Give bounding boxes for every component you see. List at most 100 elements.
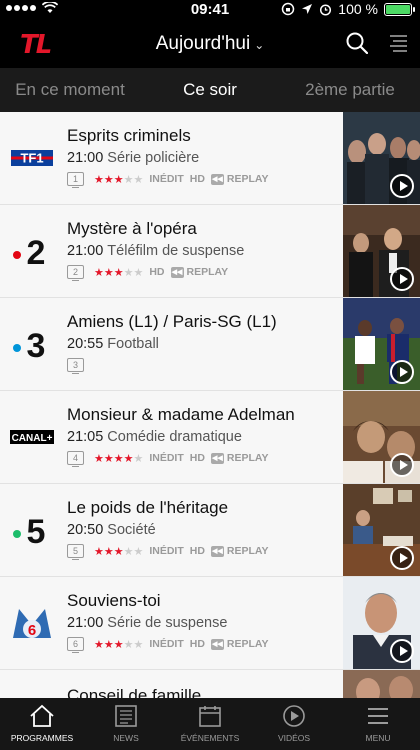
play-video-icon[interactable] (390, 453, 414, 477)
program-time: 20:50 (67, 522, 104, 538)
location-icon (302, 4, 313, 14)
program-thumbnail[interactable] (343, 112, 420, 204)
tab-2eme-partie[interactable]: 2ème partie (280, 68, 420, 112)
program-row[interactable]: 3 Amiens (L1) / Paris-SG (L1) 20:55 Footb… (0, 298, 420, 391)
program-row[interactable]: 2 Mystère à l'opéra 21:00 Téléfilm de sus… (0, 205, 420, 298)
nav-programmes[interactable]: PROGRAMMES (0, 698, 84, 750)
app-header: TL Aujourd'hui ⌄ (0, 20, 420, 68)
program-genre: Série policière (107, 150, 200, 166)
program-time-genre: 21:05 Comédie dramatique (67, 429, 242, 445)
program-time-genre: 21:00 Série policière (67, 150, 199, 166)
program-list[interactable]: TF1 Esprits criminels 21:00 Série policiè… (0, 112, 420, 698)
channel-number-icon: 3 (67, 358, 84, 374)
hd-badge: HD (189, 452, 205, 464)
program-row[interactable]: CANAL+ Monsieur & madame Adelman 21:05 Co… (0, 391, 420, 484)
program-meta: 1 ★★★★★ INÉDIT HD ◀◀ REPLAY (67, 172, 269, 188)
program-title: Conseil de famille (67, 686, 202, 698)
inedit-badge: INÉDIT (149, 638, 184, 650)
play-video-icon[interactable] (390, 639, 414, 663)
calendar-icon (199, 706, 221, 727)
program-thumbnail[interactable] (343, 298, 420, 390)
france3-logo-text: 3 (27, 327, 46, 362)
program-genre: Football (107, 336, 159, 352)
inedit-badge: INÉDIT (149, 173, 184, 185)
channel-logo-france3: 3 (8, 326, 56, 362)
channel-number-icon: 6 (67, 637, 84, 653)
day-selector-label: Aujourd'hui (155, 33, 251, 54)
channel-logo-tf1: TF1 (8, 140, 56, 176)
program-title: Esprits criminels (67, 126, 191, 145)
replay-badge: ◀◀ REPLAY (210, 173, 269, 185)
program-meta: 5 ★★★★★ INÉDIT HD ◀◀ REPLAY (67, 544, 269, 560)
channel-logo-canal-plus: CANAL+ (8, 419, 56, 455)
nav-news[interactable]: NEWS (84, 698, 168, 750)
program-meta: 6 ★★★★★ INÉDIT HD ◀◀ REPLAY (67, 637, 269, 653)
status-bar: 09:41 100 % (0, 0, 420, 20)
program-meta: 2 ★★★★★ HD ◀◀ REPLAY (67, 265, 228, 281)
program-thumbnail[interactable] (343, 205, 420, 297)
tf1-logo-text: TF1 (20, 151, 43, 166)
canal-logo-text: CANAL+ (12, 433, 53, 444)
play-video-icon[interactable] (390, 546, 414, 570)
inedit-badge: INÉDIT (149, 452, 184, 464)
program-row[interactable]: 5 Le poids de l'héritage 20:50 Société 5 … (0, 484, 420, 577)
program-time: 21:00 (67, 243, 104, 259)
nav-label: MENU (365, 733, 391, 743)
program-genre: Comédie dramatique (107, 429, 242, 445)
rating-stars: ★★★★★ (94, 452, 144, 465)
program-row[interactable]: TF1 Esprits criminels 21:00 Série policiè… (0, 112, 420, 205)
replay-icon: ◀◀ (170, 266, 184, 278)
hd-badge: HD (189, 173, 205, 185)
rating-stars: ★★★★★ (94, 173, 144, 186)
program-thumbnail[interactable] (343, 484, 420, 576)
bottom-navigation: PROGRAMMES NEWS ÉVÉNEMENTS VIDÉOS MENU (0, 698, 420, 750)
play-video-icon[interactable] (390, 360, 414, 384)
program-time-genre: 21:00 Téléfilm de suspense (67, 243, 244, 259)
program-time: 20:55 (67, 336, 104, 352)
program-meta: 4 ★★★★★ INÉDIT HD ◀◀ REPLAY (67, 451, 269, 467)
rating-stars: ★★★★★ (94, 545, 144, 558)
channel-number-icon: 4 (67, 451, 84, 467)
search-icon[interactable] (346, 32, 368, 54)
program-time-genre: 20:55 Football (67, 336, 159, 352)
france2-logo-text: 2 (27, 234, 46, 269)
chevron-down-icon: ⌄ (254, 38, 265, 52)
program-meta: 3 (67, 358, 84, 374)
channel-logo-m6: 6 (8, 605, 56, 641)
replay-icon: ◀◀ (210, 638, 224, 650)
play-video-icon[interactable] (390, 174, 414, 198)
replay-icon: ◀◀ (210, 173, 224, 185)
nav-label: VIDÉOS (277, 733, 311, 743)
tab-en-ce-moment[interactable]: En ce moment (0, 68, 140, 112)
program-title: Monsieur & madame Adelman (67, 405, 295, 424)
play-video-icon[interactable] (390, 267, 414, 291)
nav-label: NEWS (113, 733, 139, 743)
list-menu-icon[interactable] (388, 34, 408, 52)
nav-videos[interactable]: VIDÉOS (252, 698, 336, 750)
battery-percent: 100 % (338, 1, 378, 17)
program-thumbnail[interactable] (343, 577, 420, 669)
program-title: Le poids de l'héritage (67, 498, 229, 517)
time-tabs: En ce moment Ce soir 2ème partie (0, 68, 420, 112)
hd-badge: HD (189, 638, 205, 650)
program-title: Souviens-toi (67, 591, 161, 610)
replay-badge: ◀◀ REPLAY (210, 545, 269, 557)
program-time-genre: 21:00 Série de suspense (67, 615, 227, 631)
program-row-partial[interactable]: Conseil de famille (0, 670, 420, 698)
replay-badge: ◀◀ REPLAY (210, 638, 269, 650)
nav-evenements[interactable]: ÉVÉNEMENTS (168, 698, 252, 750)
nav-menu[interactable]: MENU (336, 698, 420, 750)
tab-ce-soir[interactable]: Ce soir (140, 68, 280, 112)
program-thumbnail[interactable] (343, 670, 420, 698)
program-row[interactable]: 6 Souviens-toi 21:00 Série de suspense 6 … (0, 577, 420, 670)
m6-logo-text: 6 (28, 622, 36, 639)
channel-number-icon: 5 (67, 544, 84, 560)
replay-badge: ◀◀ REPLAY (210, 452, 269, 464)
program-thumbnail[interactable] (343, 391, 420, 483)
program-time: 21:00 (67, 150, 104, 166)
battery-icon (384, 2, 415, 16)
program-genre: Société (107, 522, 156, 538)
program-time-genre: 20:50 Société (67, 522, 156, 538)
home-icon (30, 704, 54, 727)
replay-icon: ◀◀ (210, 545, 224, 557)
